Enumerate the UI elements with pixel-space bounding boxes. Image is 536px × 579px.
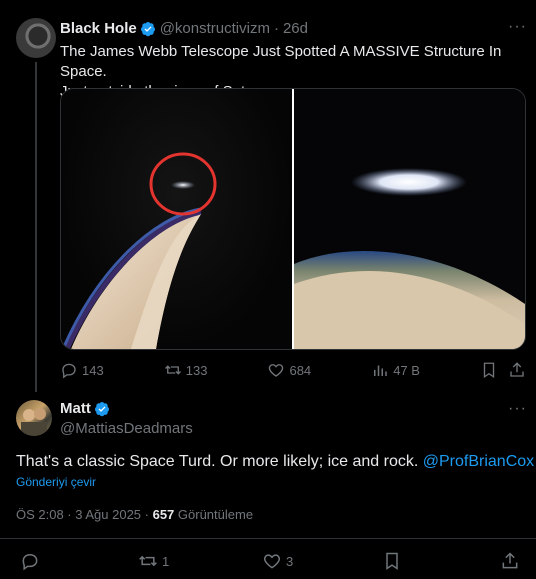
reply-icon [22, 553, 38, 571]
save-share-group [480, 361, 526, 379]
reply-count: 143 [82, 362, 104, 378]
reply-action-bar: 1 3 [0, 538, 536, 579]
retweet-icon [139, 555, 157, 567]
reply-share-action[interactable] [500, 551, 520, 571]
reply-author-handle[interactable]: @MattiasDeadmars [60, 420, 193, 437]
saturn-zoom-illustration [294, 168, 525, 349]
reply-view-count: 657 [152, 507, 175, 522]
reply-text-body: That's a classic Space Turd. Or more lik… [16, 453, 423, 470]
share-icon [502, 552, 518, 569]
tweet-actions: 143 133 684 47 B [60, 361, 526, 379]
black-hole-avatar[interactable] [16, 18, 56, 58]
saturn-ring-illustration [61, 152, 217, 349]
retweet-action[interactable]: 133 [164, 361, 208, 379]
reply-view-label: Görüntüleme [174, 507, 254, 522]
heart-icon [263, 554, 281, 569]
media-left-panel [61, 89, 292, 349]
reply-icon [62, 363, 76, 379]
reply-retweet-action[interactable]: 1 [138, 551, 169, 571]
like-count: 684 [289, 362, 312, 378]
avatar-photo [21, 408, 47, 436]
reply-like-count: 3 [286, 553, 294, 569]
reply-like-action[interactable]: 3 [262, 551, 293, 571]
bookmark-icon[interactable] [480, 361, 498, 379]
share-icon[interactable] [508, 361, 526, 379]
verified-badge-icon [94, 401, 109, 416]
view-count: 47 B [393, 362, 420, 378]
bookmark-icon [386, 552, 398, 570]
object-blob-large [351, 168, 467, 196]
reply-bookmark-action[interactable] [382, 551, 402, 571]
reply-header: Matt [60, 400, 110, 417]
reply-reply-action[interactable] [20, 551, 40, 571]
mention-link[interactable]: @ProfBrianCox [423, 453, 534, 470]
more-options-icon[interactable]: ··· [508, 18, 527, 36]
thread-connector-line [35, 62, 37, 392]
object-blob-small [171, 181, 195, 189]
tweet-time[interactable]: 26d [283, 20, 308, 37]
retweet-icon [164, 365, 181, 375]
heart-icon [269, 364, 284, 377]
media-right-panel [294, 89, 525, 349]
tweet-header: Black Hole @konstructivizm · 26d [60, 20, 308, 37]
reply-action[interactable]: 143 [60, 361, 104, 379]
reply-timestamp[interactable]: ÖS 2:08 · 3 Ağu 2025 · [16, 507, 153, 522]
more-options-icon[interactable]: ··· [508, 400, 527, 418]
header-separator: · [273, 20, 279, 37]
verified-badge-icon [140, 21, 155, 36]
author-name[interactable]: Black Hole [60, 20, 137, 37]
author-handle[interactable]: @konstructivizm [160, 20, 270, 37]
reply-timestamp-row: ÖS 2:08 · 3 Ağu 2025 · 657 Görüntüleme [16, 507, 253, 522]
like-action[interactable]: 684 [267, 361, 311, 379]
tweet-media-image[interactable] [60, 88, 526, 350]
reply-author-name[interactable]: Matt [60, 400, 91, 417]
views-action[interactable]: 47 B [371, 361, 420, 379]
translate-post-link[interactable]: Gönderiyi çevir [16, 475, 96, 489]
tweet-text-line-1: The James Webb Telescope Just Spotted A … [60, 43, 502, 80]
reply-retweet-count: 1 [162, 553, 170, 569]
matt-avatar[interactable] [16, 400, 52, 436]
views-chart-icon [374, 365, 387, 376]
retweet-count: 133 [185, 362, 208, 378]
reply-text: That's a classic Space Turd. Or more lik… [16, 452, 534, 472]
